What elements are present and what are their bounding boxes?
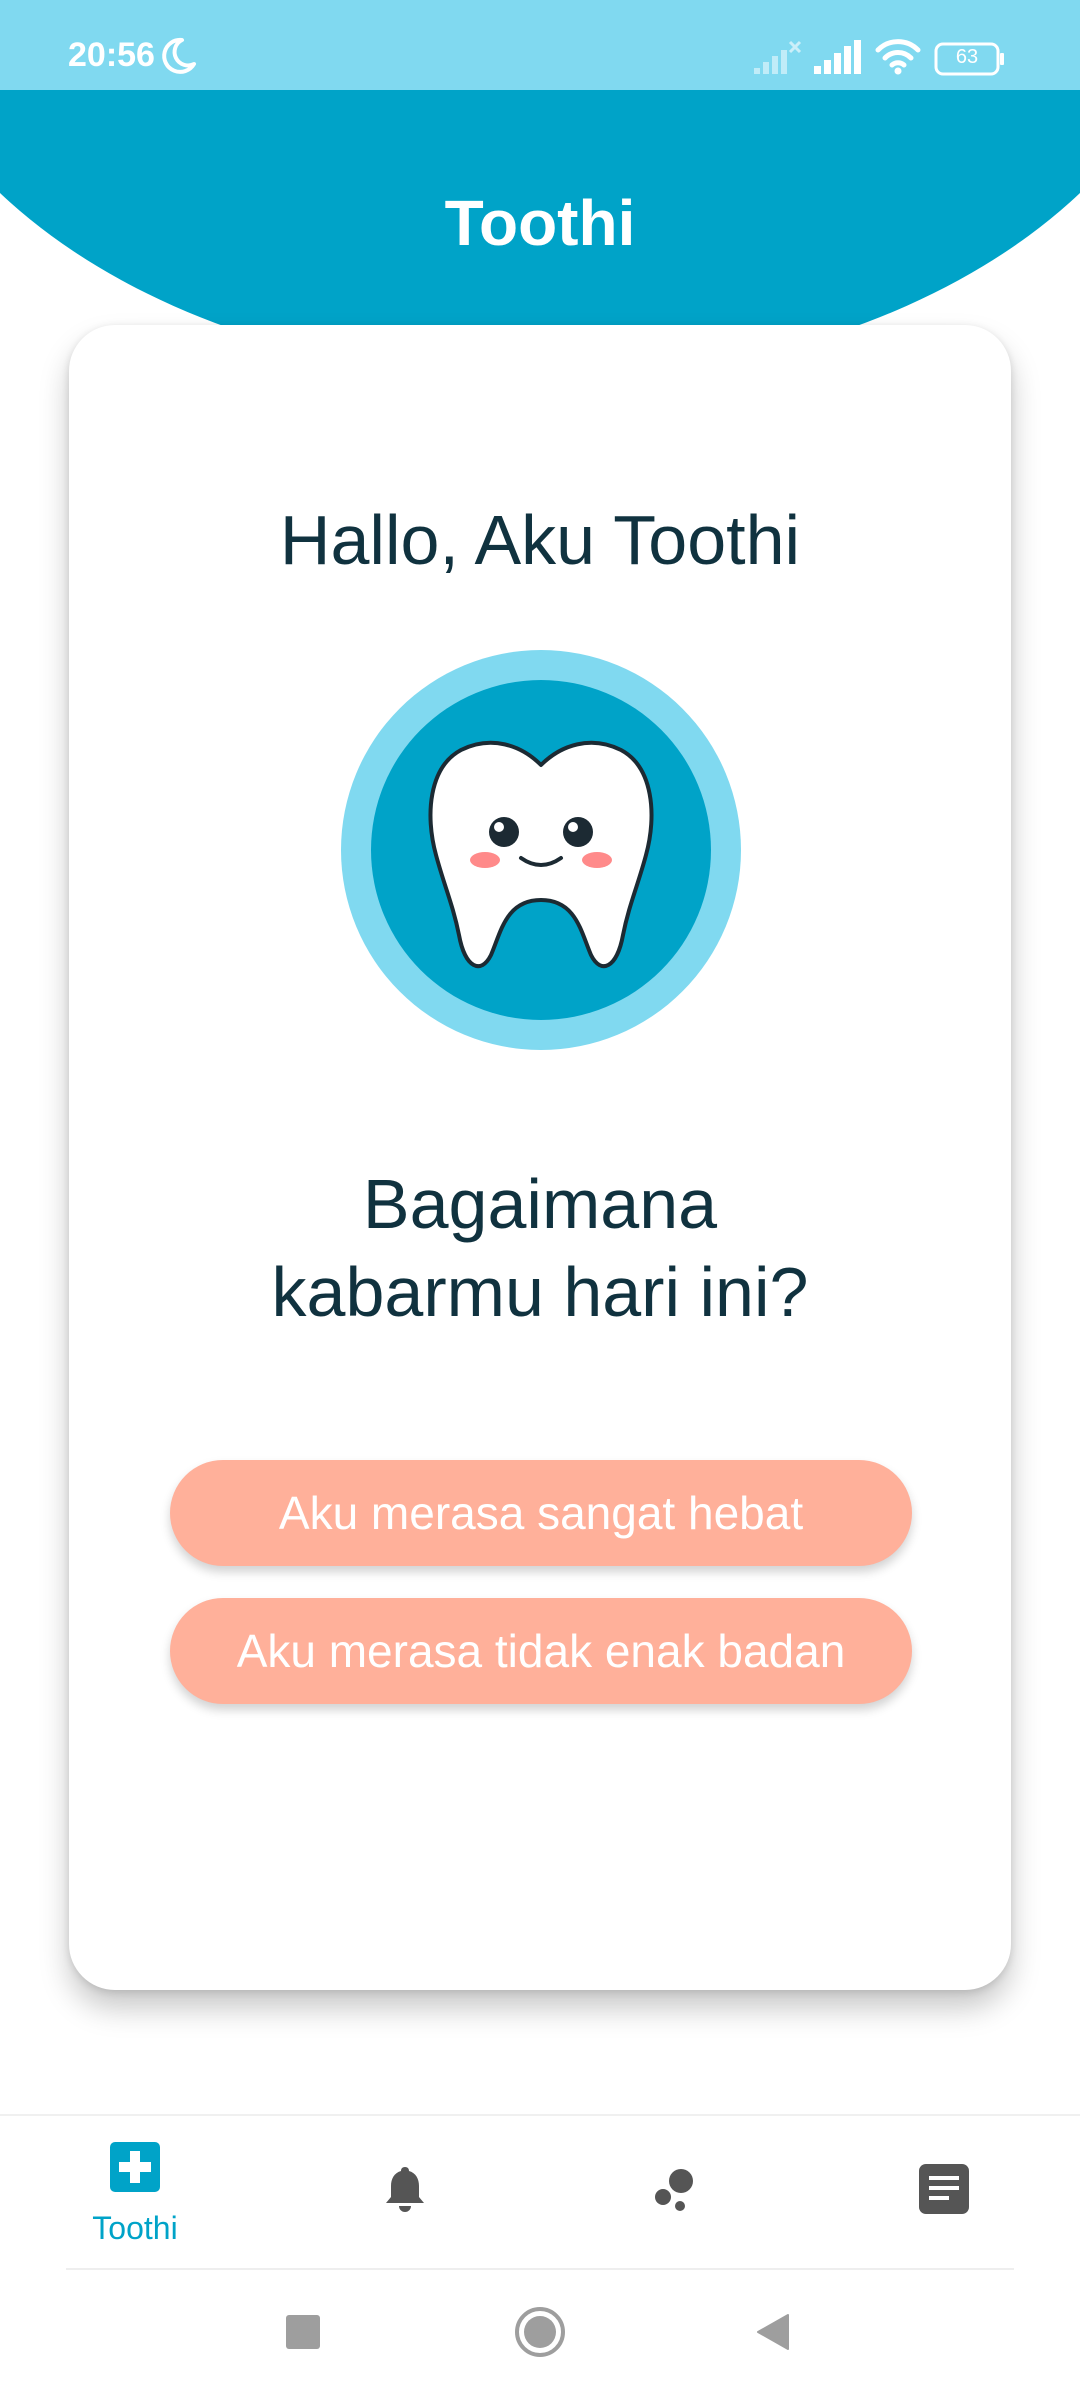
bottom-navigation: Toothi: [0, 2114, 1080, 2272]
question-text: Bagaimana kabarmu hari ini?: [69, 1160, 1011, 1336]
bell-icon: [386, 2167, 424, 2212]
nav-item-bubbles[interactable]: [595, 2116, 755, 2272]
app-title: Toothi: [444, 187, 636, 259]
recents-icon[interactable]: [286, 2315, 320, 2349]
home-icon[interactable]: [514, 2306, 566, 2358]
moon-icon: [162, 37, 196, 74]
battery-level: 63: [955, 46, 979, 68]
app-screen: 20:56 63 Toothi Hallo, Aku Toothi Bagaim…: [0, 0, 1080, 2400]
back-icon[interactable]: [756, 2313, 790, 2351]
system-navigation-bar: [0, 2270, 1080, 2400]
nav-item-toothi[interactable]: Toothi: [55, 2116, 215, 2272]
nav-label-toothi: Toothi: [92, 2210, 178, 2246]
status-bar: 20:56 63: [0, 0, 1080, 90]
question-line-1: Bagaimana: [362, 1165, 718, 1243]
wifi-icon: [875, 39, 921, 75]
greeting-card: Hallo, Aku Toothi Bagaimana kabarmu hari…: [69, 325, 1011, 1990]
status-time: 20:56: [68, 36, 155, 74]
signal-weak-icon: [754, 40, 802, 74]
question-line-2: kabarmu hari ini?: [271, 1253, 809, 1331]
nav-item-notes[interactable]: [864, 2116, 1024, 2272]
nav-item-notifications[interactable]: [325, 2116, 485, 2272]
medical-plus-icon: [110, 2142, 160, 2192]
tooth-mascot-icon: [341, 650, 741, 1050]
greeting-text: Hallo, Aku Toothi: [279, 501, 801, 579]
bubbles-icon: [655, 2169, 693, 2211]
feeling-great-button[interactable]: Aku merasa sangat hebat: [170, 1460, 912, 1566]
notes-icon: [919, 2164, 969, 2214]
feeling-unwell-button[interactable]: Aku merasa tidak enak badan: [170, 1598, 912, 1704]
signal-strong-icon: [814, 40, 861, 74]
